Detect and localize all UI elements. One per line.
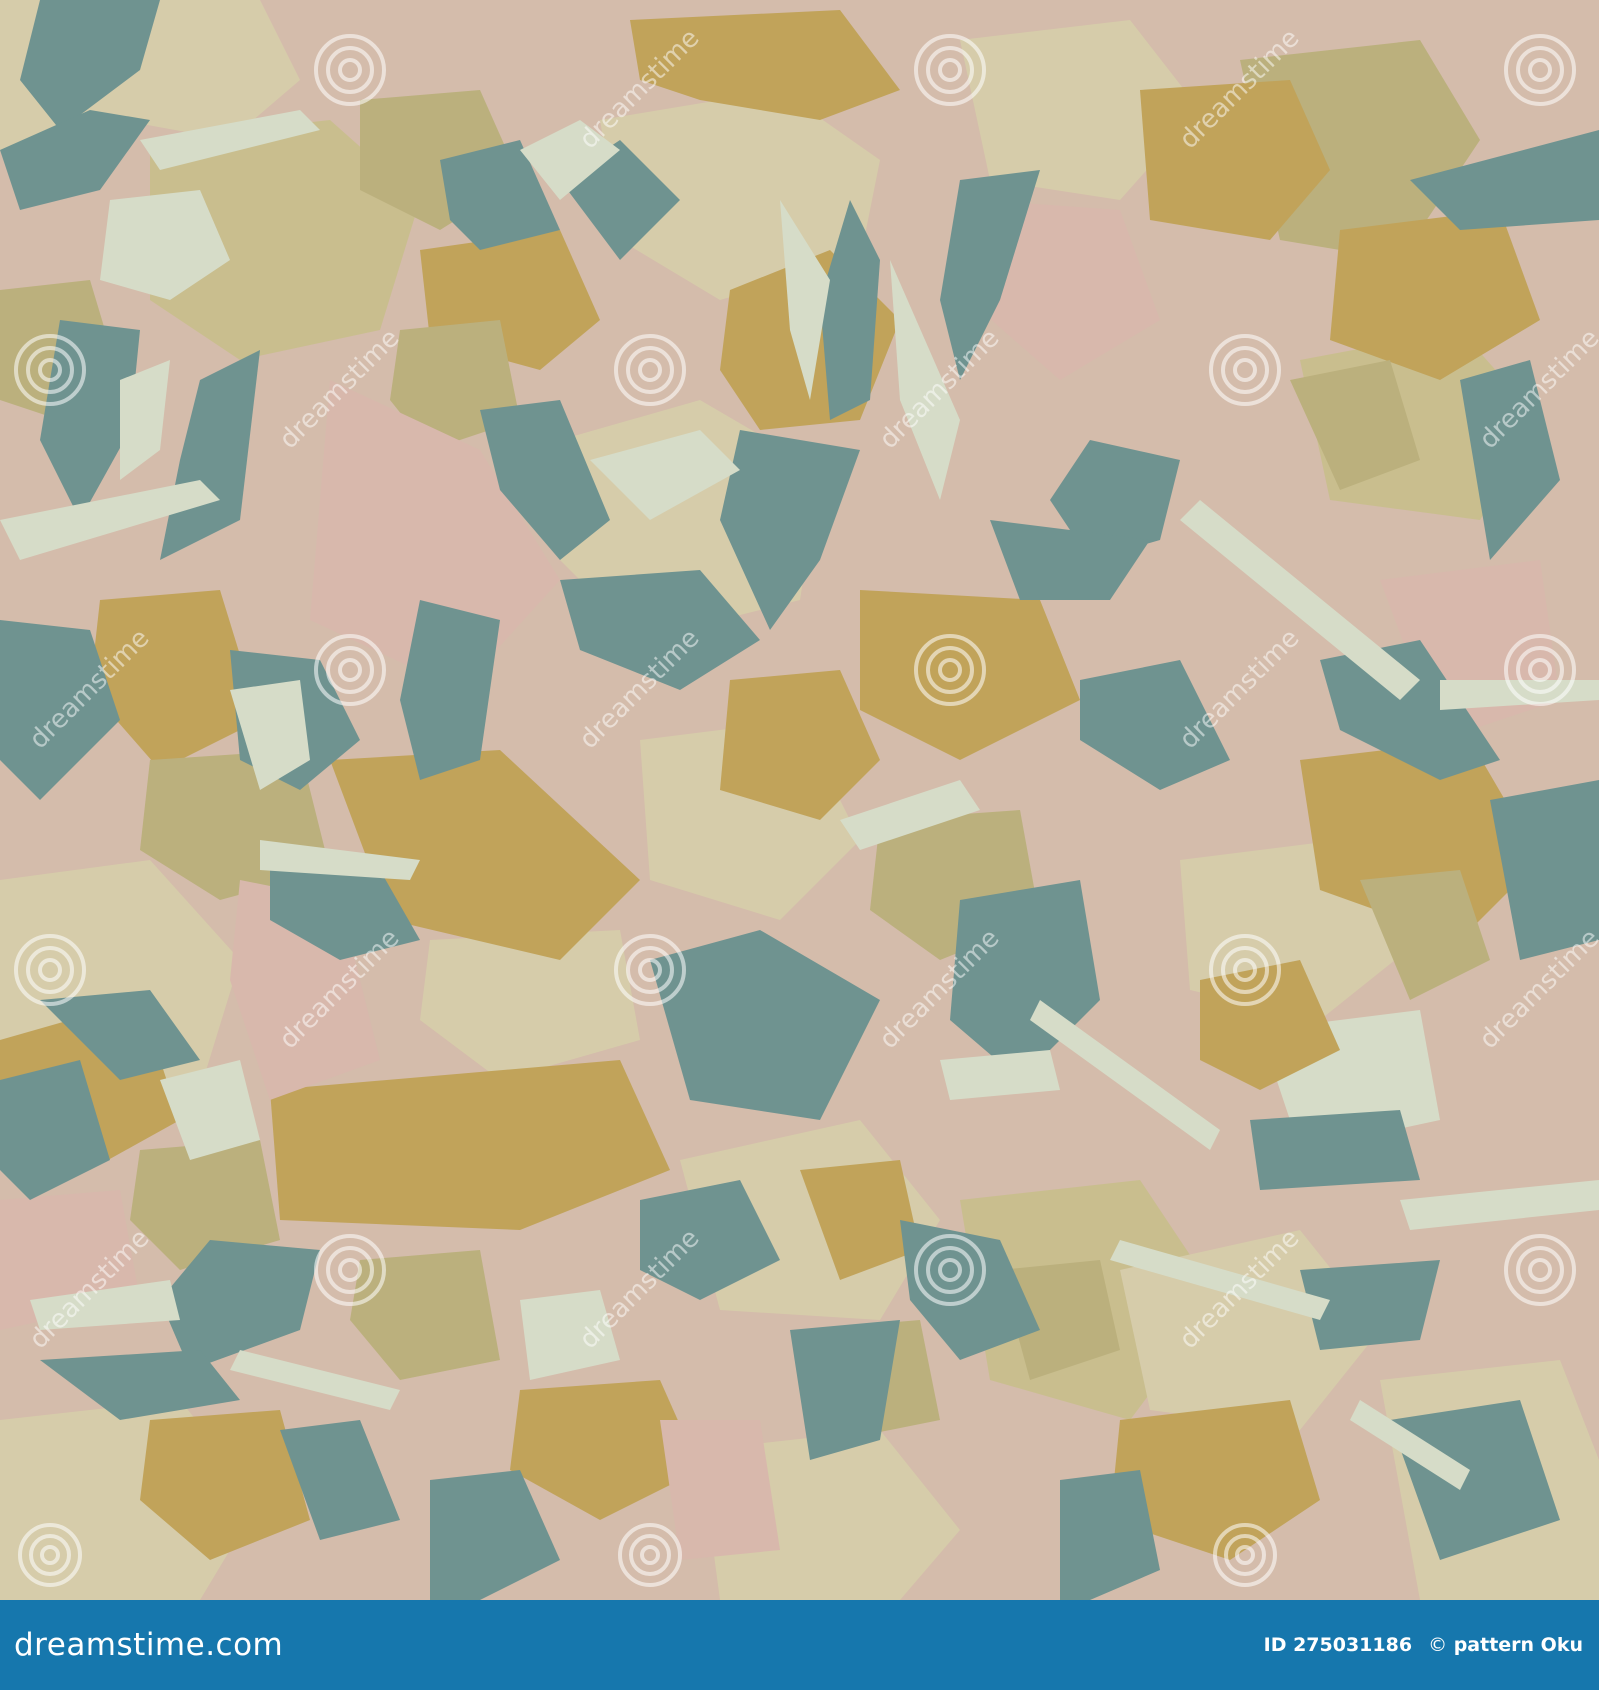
image-credit: ID 275031186 © pattern Oku	[1264, 1634, 1583, 1656]
credit-footer-bar: dreamstime.com ID 275031186 © pattern Ok…	[0, 1600, 1599, 1690]
copyright-icon: ©	[1428, 1634, 1448, 1656]
dreamstime-logo-text[interactable]: dreamstime.com	[14, 1627, 283, 1663]
image-id: ID 275031186	[1263, 1634, 1413, 1656]
author-credit: © pattern Oku	[1428, 1634, 1583, 1656]
author-name: pattern Oku	[1453, 1634, 1583, 1656]
floral-pattern-image: dreamstime dreamstime dreamstime dreamst…	[0, 0, 1599, 1600]
